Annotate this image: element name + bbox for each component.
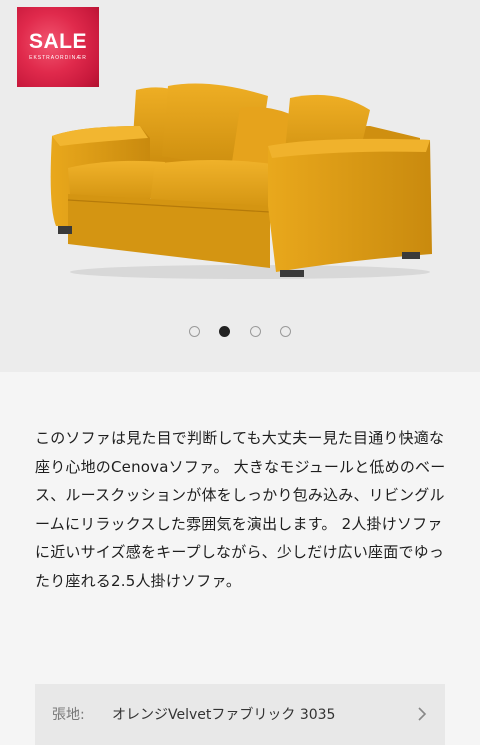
gallery-dot-4[interactable] (279, 326, 291, 337)
fabric-selector[interactable]: 張地: オレンジVelvetファブリック 3035 (35, 684, 445, 745)
chevron-right-icon (418, 707, 427, 721)
gallery-pagination (0, 322, 480, 337)
gallery-dot-1[interactable] (189, 326, 201, 337)
product-image (50, 83, 432, 279)
product-gallery[interactable]: SALE EKSTRAORDINÆR (0, 0, 480, 372)
sale-badge-label: SALE (28, 30, 87, 53)
product-description: このソファは見た目で判断しても大丈夫ー見た目通り快適な座り心地のCenovaソフ… (35, 429, 446, 590)
fabric-value: オレンジVelvetファブリック 3035 (112, 707, 336, 723)
fabric-label: 張地: (52, 707, 85, 723)
gallery-dot-3[interactable] (249, 326, 261, 337)
gallery-dot-2[interactable] (219, 326, 231, 337)
sale-badge: SALE EKSTRAORDINÆR (17, 7, 99, 87)
sale-badge-sublabel: EKSTRAORDINÆR (29, 55, 87, 61)
